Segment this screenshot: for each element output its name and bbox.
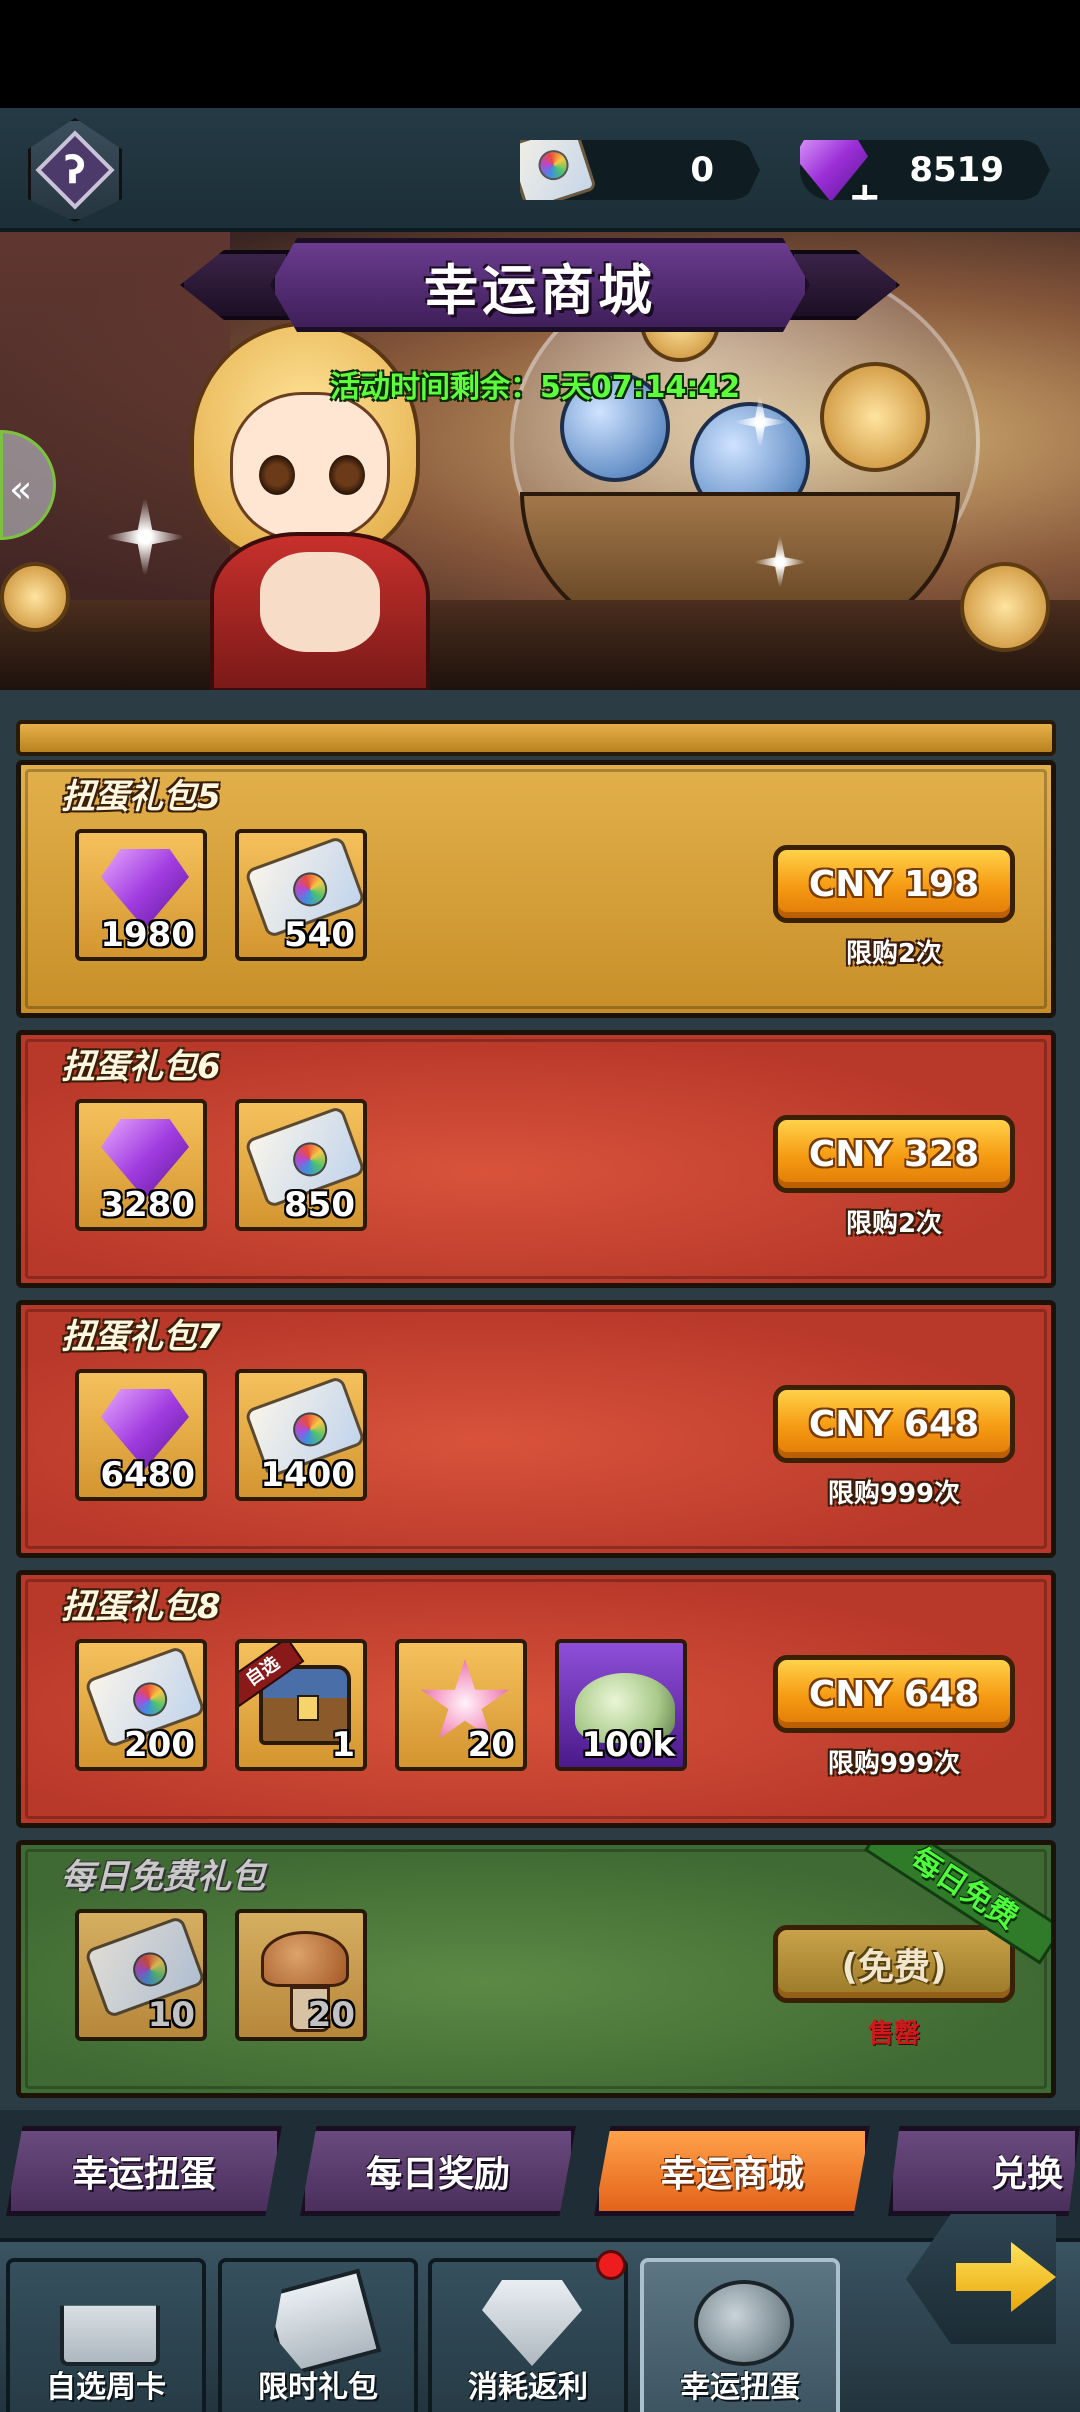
chevron-left-icon: «	[9, 467, 33, 511]
buy-button[interactable]: CNY 328	[773, 1115, 1015, 1193]
pack-name: 每日免费礼包	[61, 1857, 265, 1897]
gift-icon	[60, 2305, 160, 2366]
nav-label: 限时礼包	[258, 2370, 378, 2405]
item-quantity: 540	[284, 915, 355, 955]
reward-item[interactable]: 自选 1	[235, 1639, 367, 1771]
pack-name: 扭蛋礼包7	[61, 1317, 221, 1357]
buy-button[interactable]: CNY 198	[773, 845, 1015, 923]
reward-item[interactable]: 20	[395, 1639, 527, 1771]
purchase-limit: 限购999次	[827, 1749, 961, 1779]
reward-item[interactable]: 1400	[235, 1369, 367, 1501]
item-quantity: 1980	[100, 915, 195, 955]
item-quantity: 6480	[100, 1455, 195, 1495]
purchase-limit: 限购2次	[845, 939, 943, 969]
reward-item[interactable]: 200	[75, 1639, 207, 1771]
reward-item[interactable]: 20	[235, 1909, 367, 2041]
status-bar	[0, 0, 1080, 108]
pack-card: 扭蛋礼包6 3280 850 CNY 328 限购2次	[16, 1030, 1056, 1288]
tab-daily-reward[interactable]: 每日奖励	[300, 2126, 576, 2216]
menu-emblem-button[interactable]: ʔ	[28, 118, 122, 222]
character-eye	[259, 455, 295, 495]
purchase-limit: 限购2次	[845, 1209, 943, 1239]
coin	[0, 562, 70, 632]
pack-card: 扭蛋礼包7 6480 1400 CNY 648 限购999次	[16, 1300, 1056, 1558]
character-face	[230, 392, 390, 542]
coin	[820, 362, 930, 472]
buy-button[interactable]: CNY 648	[773, 1655, 1015, 1733]
reward-item[interactable]: 1980	[75, 829, 207, 961]
nav-label: 消耗返利	[468, 2370, 588, 2405]
reward-item[interactable]: 6480	[75, 1369, 207, 1501]
item-quantity: 1400	[260, 1455, 355, 1495]
item-quantity: 10	[147, 1995, 195, 2035]
nav-label: 幸运扭蛋	[680, 2370, 800, 2405]
plus-icon[interactable]: +	[848, 174, 882, 200]
pack-card-daily-free: 每日免费礼包 10 20 (免费) 售罄 每日免费	[16, 1840, 1056, 2098]
pack-card: 扭蛋礼包8 200 自选 1 20 100k CNY 648 限购999次	[16, 1570, 1056, 1828]
reward-item[interactable]: 3280	[75, 1099, 207, 1231]
item-quantity: 20	[307, 1995, 355, 2035]
event-timer: 活动时间剩余：5天07:14:42	[330, 370, 741, 405]
price-label: CNY 648	[808, 1403, 980, 1445]
item-quantity: 3280	[100, 1185, 195, 1225]
shop-title-plate: 幸运商城	[180, 230, 900, 340]
item-quantity: 1	[331, 1725, 355, 1765]
buy-button[interactable]: CNY 648	[773, 1385, 1015, 1463]
coin	[960, 562, 1050, 652]
ticket-count: 0	[690, 150, 714, 190]
price-label: (免费)	[841, 1947, 947, 1988]
mushroom-icon	[261, 1931, 349, 2032]
tab-label: 幸运商城	[659, 2154, 804, 2195]
list-top-edge	[16, 720, 1056, 756]
gem-currency[interactable]: + 8519	[800, 140, 1050, 200]
item-quantity: 850	[284, 1185, 355, 1225]
nav-spend-rebate[interactable]: 消耗返利	[428, 2258, 628, 2412]
notification-dot	[596, 2250, 626, 2280]
item-quantity: 200	[124, 1725, 195, 1765]
reward-item[interactable]: 10	[75, 1909, 207, 2041]
tab-label: 兑换	[990, 2154, 1063, 2195]
tab-lucky-gacha[interactable]: 幸运扭蛋	[6, 2126, 282, 2216]
free-claim-button[interactable]: (免费)	[773, 1925, 1015, 2003]
back-button[interactable]	[906, 2214, 1076, 2344]
diamond-icon	[482, 2280, 582, 2366]
price-label: CNY 648	[808, 1673, 980, 1715]
capsule-icon	[694, 2280, 794, 2366]
gem-count: 8519	[909, 150, 1004, 190]
character-eye	[329, 455, 365, 495]
pack-name: 扭蛋礼包5	[61, 777, 221, 817]
ticket-icon	[520, 140, 598, 200]
item-quantity: 20	[467, 1725, 515, 1765]
reward-item[interactable]: 100k	[555, 1639, 687, 1771]
character-chest	[260, 552, 380, 652]
item-quantity: 100k	[581, 1725, 675, 1765]
nav-limited-pack[interactable]: 限时礼包	[218, 2258, 418, 2412]
nav-lucky-gacha[interactable]: 幸运扭蛋	[640, 2258, 840, 2412]
tab-label: 幸运扭蛋	[71, 2154, 216, 2195]
nav-weekly-card[interactable]: 自选周卡	[6, 2258, 206, 2412]
tab-label: 每日奖励	[365, 2154, 510, 2195]
reward-item[interactable]: 850	[235, 1099, 367, 1231]
page-title: 幸运商城	[424, 259, 656, 322]
nav-label: 自选周卡	[46, 2370, 166, 2405]
emblem-glyph: ʔ	[64, 148, 86, 192]
pack-name: 扭蛋礼包8	[61, 1587, 221, 1627]
ticket-currency[interactable]: 0	[520, 140, 760, 200]
pack-name: 扭蛋礼包6	[61, 1047, 221, 1087]
reward-item[interactable]: 540	[235, 829, 367, 961]
pack-card: 扭蛋礼包5 1980 540 CNY 198 限购2次	[16, 760, 1056, 1018]
price-label: CNY 328	[808, 1133, 980, 1175]
sold-out-label: 售罄	[867, 2019, 920, 2049]
purchase-limit: 限购999次	[827, 1479, 961, 1509]
tab-lucky-shop[interactable]: 幸运商城	[594, 2126, 870, 2216]
price-label: CNY 198	[808, 863, 980, 905]
tab-exchange[interactable]: 兑换	[888, 2126, 1080, 2216]
top-bar: ʔ 0 + 8519	[0, 108, 1080, 232]
counter	[0, 600, 1080, 690]
